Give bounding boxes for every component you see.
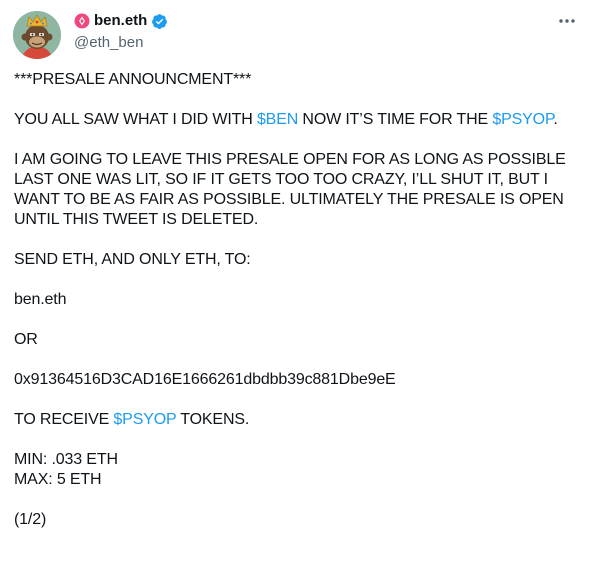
tweet-paragraph-intro: YOU ALL SAW WHAT I DID WITH $BEN NOW IT’… xyxy=(14,110,584,130)
author-name-row[interactable]: ben.eth xyxy=(74,11,168,31)
tweet-headline: ***PRESALE ANNOUNCMENT*** xyxy=(14,71,252,88)
tweet-ens-name: ben.eth xyxy=(14,291,67,308)
text-segment: TO RECEIVE xyxy=(14,411,114,428)
text-segment: YOU ALL SAW WHAT I DID WITH xyxy=(14,111,257,128)
author-display-name[interactable]: ben.eth xyxy=(94,11,147,31)
more-options-button[interactable] xyxy=(556,12,578,30)
tweet-thread-counter: (1/2) xyxy=(14,511,47,528)
tweet-min: MIN: .033 ETH xyxy=(14,451,118,468)
tweet-or: OR xyxy=(14,331,38,348)
ens-badge-icon xyxy=(74,13,90,29)
more-horizontal-icon xyxy=(559,19,575,23)
text-segment: TOKENS. xyxy=(176,411,250,428)
tweet-text: ***PRESALE ANNOUNCMENT*** YOU ALL SAW WH… xyxy=(14,70,584,550)
crowned-ape-avatar-icon xyxy=(13,11,61,59)
cashtag-psyop-link[interactable]: $PSYOP xyxy=(113,411,176,428)
tweet-paragraph-send: SEND ETH, AND ONLY ETH, TO: xyxy=(14,251,251,268)
tweet-max: MAX: 5 ETH xyxy=(14,471,102,488)
tweet-wallet-address: 0x91364516D3CAD16E1666261dbdbb39c881Dbe9… xyxy=(14,371,396,388)
tweet-paragraph-receive: TO RECEIVE $PSYOP TOKENS. xyxy=(14,410,584,430)
tweet-paragraph-presale: I AM GOING TO LEAVE THIS PRESALE OPEN FO… xyxy=(14,151,566,228)
cashtag-psyop-link[interactable]: $PSYOP xyxy=(492,111,553,128)
avatar[interactable] xyxy=(13,11,61,59)
cashtag-ben-link[interactable]: $BEN xyxy=(257,111,298,128)
text-segment: . xyxy=(553,111,558,128)
verified-badge-icon xyxy=(151,13,168,30)
author-handle[interactable]: @eth_ben xyxy=(74,33,143,53)
text-segment: NOW IT’S TIME FOR THE xyxy=(298,111,493,128)
